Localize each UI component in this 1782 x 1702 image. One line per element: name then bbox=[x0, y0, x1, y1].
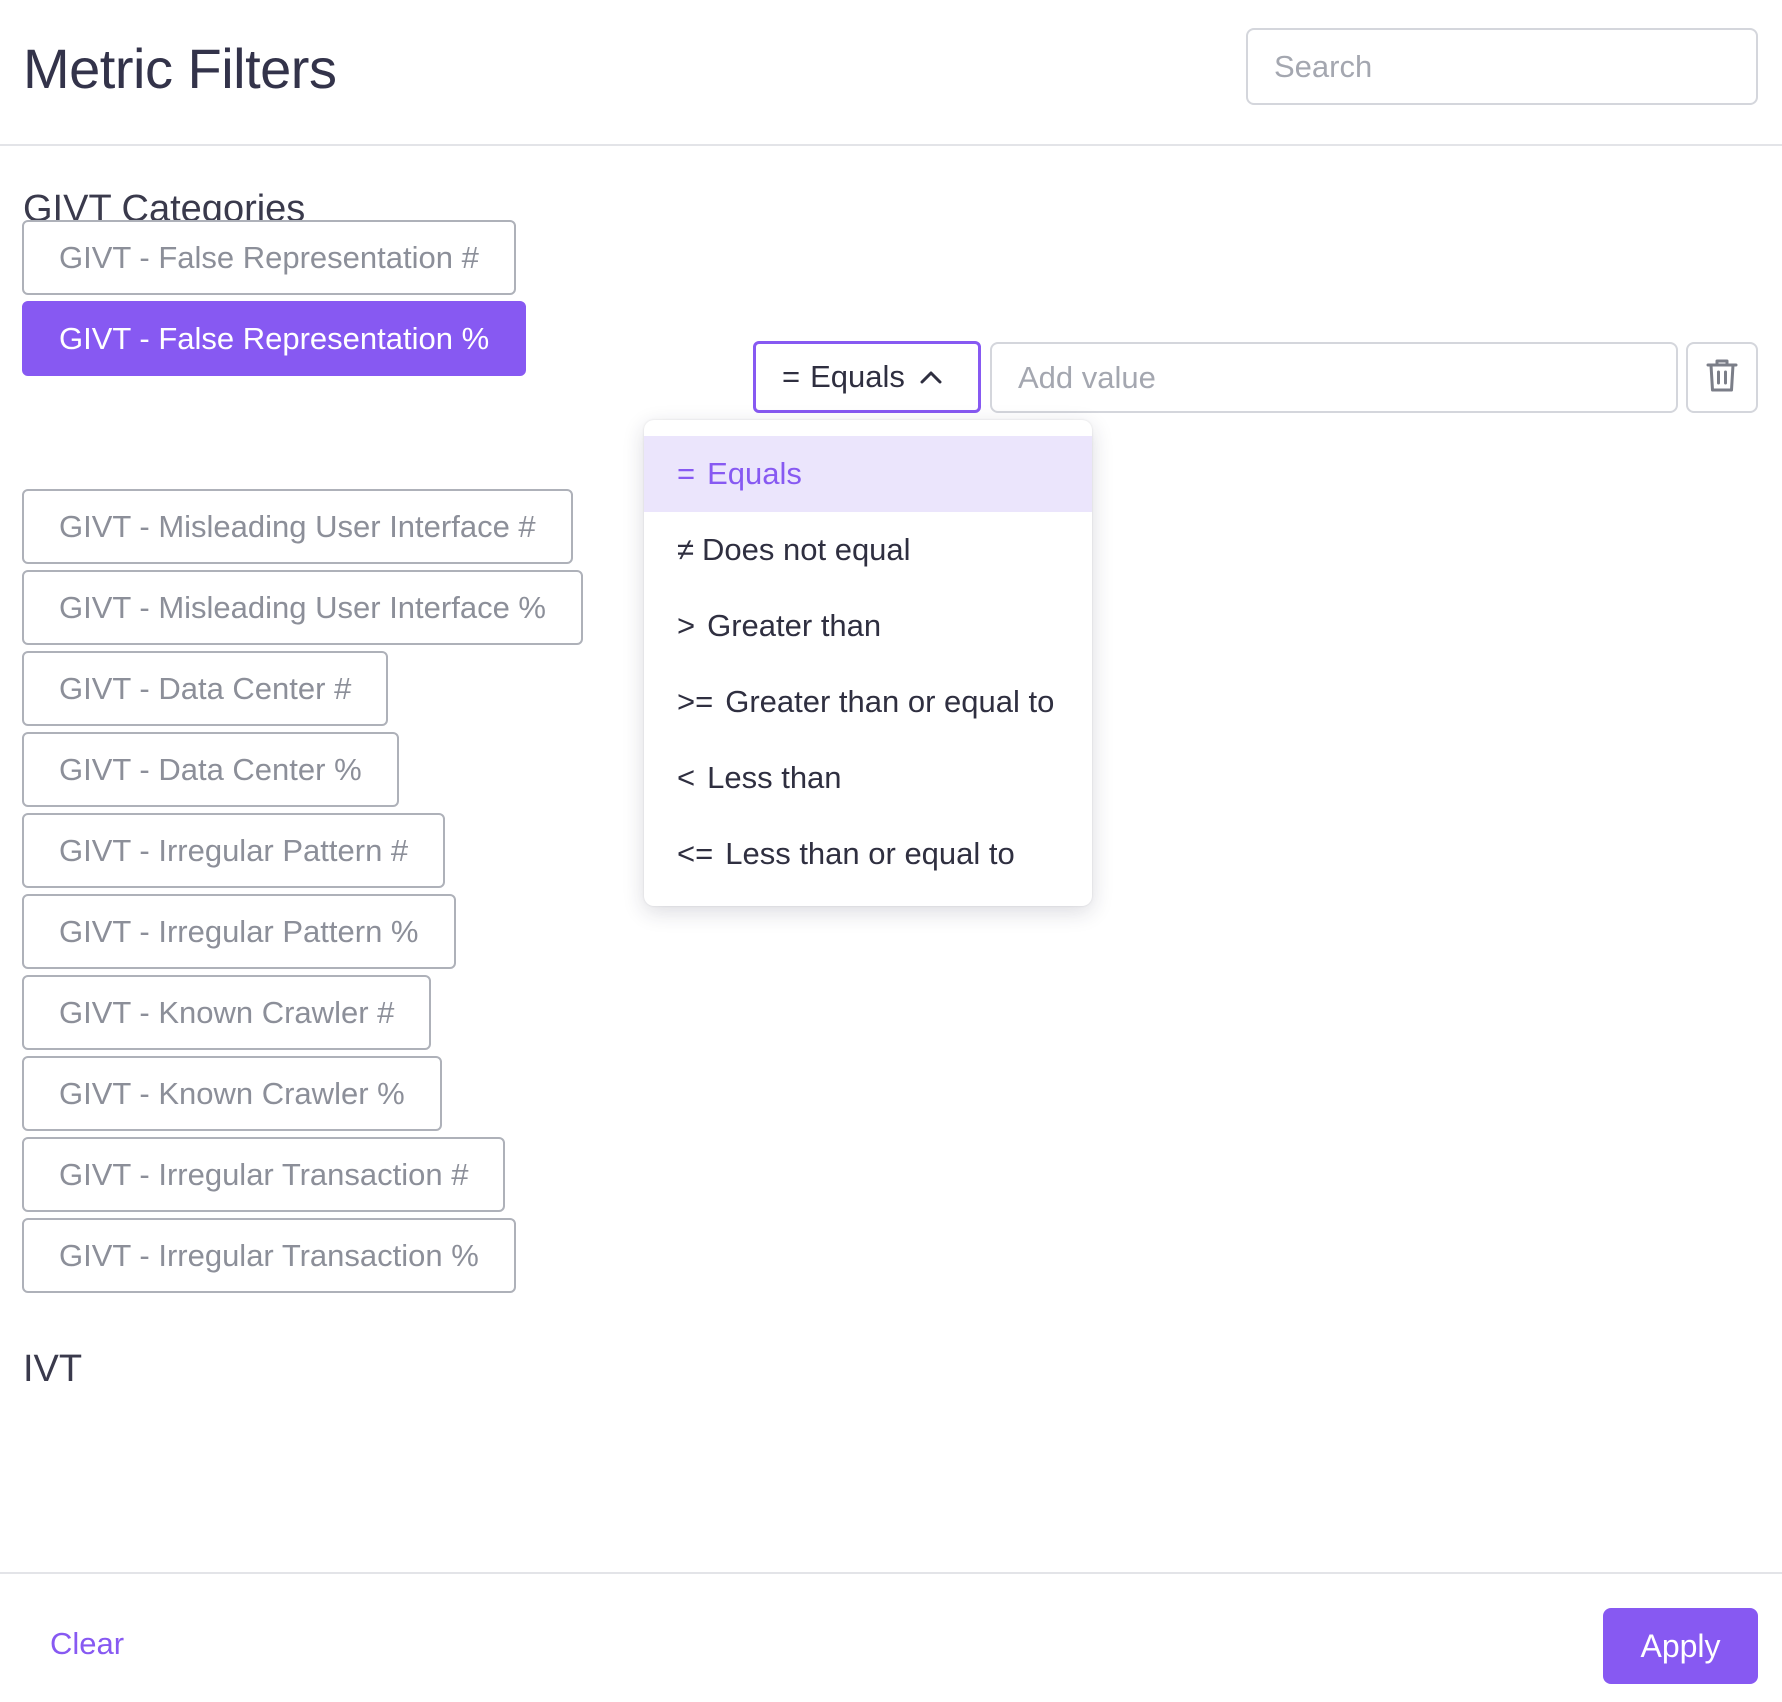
option-label: Less than bbox=[707, 760, 842, 795]
option-symbol: ≠ bbox=[677, 532, 695, 567]
option-label: Equals bbox=[707, 456, 802, 491]
header: Metric Filters bbox=[0, 0, 1782, 146]
option-symbol: = bbox=[677, 456, 696, 491]
operator-dropdown: = Equals ≠ Does not equal > Greater than… bbox=[644, 420, 1092, 906]
operator-label: Equals bbox=[810, 359, 905, 394]
operator-option-greater-or-equal[interactable]: >= Greater than or equal to bbox=[644, 664, 1092, 740]
filter-chip[interactable]: GIVT - Known Crawler # bbox=[22, 975, 432, 1050]
filter-chip[interactable]: GIVT - Data Center # bbox=[22, 651, 389, 726]
option-symbol: > bbox=[677, 608, 696, 643]
search-input[interactable] bbox=[1246, 28, 1758, 105]
filters-scroll-area[interactable]: GIVT Categories GIVT - False Representat… bbox=[0, 148, 1782, 1572]
delete-filter-button[interactable] bbox=[1686, 342, 1758, 413]
chevron-up-icon bbox=[919, 369, 943, 385]
option-label: Does not equal bbox=[702, 532, 911, 567]
filter-chip[interactable]: GIVT - Misleading User Interface # bbox=[22, 489, 573, 564]
filter-chip[interactable]: GIVT - Irregular Transaction % bbox=[22, 1218, 516, 1293]
section-title-ivt: IVT bbox=[23, 1348, 83, 1390]
option-symbol: < bbox=[677, 760, 696, 795]
filter-chip[interactable]: GIVT - Data Center % bbox=[22, 732, 399, 807]
apply-button[interactable]: Apply bbox=[1603, 1608, 1758, 1684]
filter-chip[interactable]: GIVT - Misleading User Interface % bbox=[22, 570, 583, 645]
filter-chip[interactable]: GIVT - Irregular Pattern # bbox=[22, 813, 446, 888]
filter-chip[interactable]: GIVT - Known Crawler % bbox=[22, 1056, 442, 1131]
option-label: Less than or equal to bbox=[725, 836, 1015, 871]
operator-option-less-or-equal[interactable]: <= Less than or equal to bbox=[644, 816, 1092, 892]
filter-chip-active[interactable]: GIVT - False Representation % bbox=[22, 301, 527, 376]
filter-chip[interactable]: GIVT - Irregular Pattern % bbox=[22, 894, 456, 969]
page-title: Metric Filters bbox=[23, 37, 337, 100]
option-label: Greater than bbox=[707, 608, 882, 643]
option-symbol: >= bbox=[677, 684, 714, 719]
operator-option-not-equal[interactable]: ≠ Does not equal bbox=[644, 512, 1092, 588]
filter-chip[interactable]: GIVT - Irregular Transaction # bbox=[22, 1137, 506, 1212]
option-symbol: <= bbox=[677, 836, 714, 871]
operator-option-greater-than[interactable]: > Greater than bbox=[644, 588, 1092, 664]
option-label: Greater than or equal to bbox=[725, 684, 1055, 719]
operator-select[interactable]: = Equals bbox=[753, 341, 981, 413]
operator-option-less-than[interactable]: < Less than bbox=[644, 740, 1092, 816]
operator-symbol: = bbox=[782, 359, 801, 394]
operator-option-equals[interactable]: = Equals bbox=[644, 436, 1092, 512]
clear-button[interactable]: Clear bbox=[50, 1626, 124, 1662]
trash-icon bbox=[1705, 357, 1739, 398]
footer: Clear Apply bbox=[0, 1572, 1782, 1702]
metric-filters-panel: Metric Filters GIVT Categories GIVT - Fa… bbox=[0, 0, 1782, 1702]
value-input[interactable] bbox=[990, 342, 1678, 413]
filter-chip[interactable]: GIVT - False Representation # bbox=[22, 220, 516, 295]
